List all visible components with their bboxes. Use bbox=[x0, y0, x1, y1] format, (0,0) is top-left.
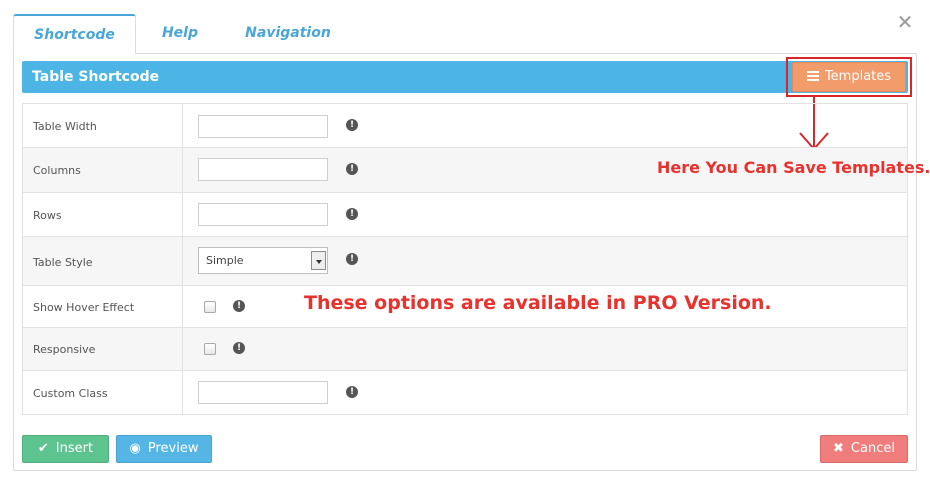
info-icon[interactable]: ! bbox=[346, 386, 358, 398]
chevron-down-icon[interactable] bbox=[311, 251, 326, 270]
table-width-input[interactable] bbox=[198, 115, 328, 138]
field-label: Table Style bbox=[33, 256, 93, 269]
pro-version-annotation: These options are available in PRO Versi… bbox=[304, 292, 772, 314]
field-row-responsive: Responsive ! bbox=[23, 328, 907, 371]
rows-input[interactable] bbox=[198, 203, 328, 226]
info-icon[interactable]: ! bbox=[233, 342, 245, 354]
field-row-rows: Rows ! bbox=[23, 193, 907, 237]
custom-class-input[interactable] bbox=[198, 381, 328, 404]
section-header: Table Shortcode bbox=[22, 61, 908, 93]
tab-help[interactable]: Help bbox=[150, 14, 210, 54]
shortcode-dialog: ✕ Shortcode Help Navigation Table Shortc… bbox=[0, 0, 930, 485]
templates-button[interactable]: Templates bbox=[792, 62, 906, 92]
preview-button[interactable]: ◉ Preview bbox=[116, 435, 212, 463]
field-label: Table Width bbox=[33, 120, 97, 133]
menu-icon bbox=[806, 70, 819, 81]
eye-icon: ◉ bbox=[129, 441, 141, 456]
field-row-table-style: Table Style Simple ! bbox=[23, 237, 907, 286]
cancel-button-label: Cancel bbox=[850, 441, 895, 456]
info-icon[interactable]: ! bbox=[346, 208, 358, 220]
insert-button[interactable]: ✔ Insert bbox=[22, 435, 109, 463]
info-icon[interactable]: ! bbox=[346, 119, 358, 131]
insert-button-label: Insert bbox=[55, 441, 94, 456]
show-hover-effect-checkbox[interactable] bbox=[204, 301, 216, 313]
cancel-button[interactable]: ✖ Cancel bbox=[820, 435, 908, 463]
templates-button-label: Templates bbox=[824, 69, 892, 84]
tab-shortcode[interactable]: Shortcode bbox=[13, 14, 136, 54]
preview-button-label: Preview bbox=[147, 441, 199, 456]
table-style-value: Simple bbox=[206, 254, 244, 267]
field-label: Rows bbox=[33, 209, 62, 222]
table-style-select[interactable]: Simple bbox=[198, 247, 328, 274]
section-title: Table Shortcode bbox=[32, 69, 160, 85]
responsive-checkbox[interactable] bbox=[204, 343, 216, 355]
field-row-custom-class: Custom Class ! bbox=[23, 371, 907, 414]
info-icon[interactable]: ! bbox=[346, 163, 358, 175]
check-icon: ✔ bbox=[37, 441, 49, 456]
info-icon[interactable]: ! bbox=[346, 253, 358, 265]
field-label: Show Hover Effect bbox=[33, 301, 135, 314]
field-row-table-width: Table Width ! bbox=[23, 104, 907, 148]
tab-navigation[interactable]: Navigation bbox=[238, 14, 338, 54]
close-icon[interactable]: ✕ bbox=[895, 12, 915, 32]
templates-annotation: Here You Can Save Templates. bbox=[657, 158, 930, 177]
info-icon[interactable]: ! bbox=[233, 300, 245, 312]
columns-input[interactable] bbox=[198, 158, 328, 181]
close-icon: ✖ bbox=[833, 441, 844, 456]
field-label: Custom Class bbox=[33, 387, 108, 400]
field-label: Responsive bbox=[33, 343, 96, 356]
options-form: Table Width ! Columns ! Rows ! Table Sty… bbox=[22, 103, 908, 415]
field-label: Columns bbox=[33, 164, 81, 177]
